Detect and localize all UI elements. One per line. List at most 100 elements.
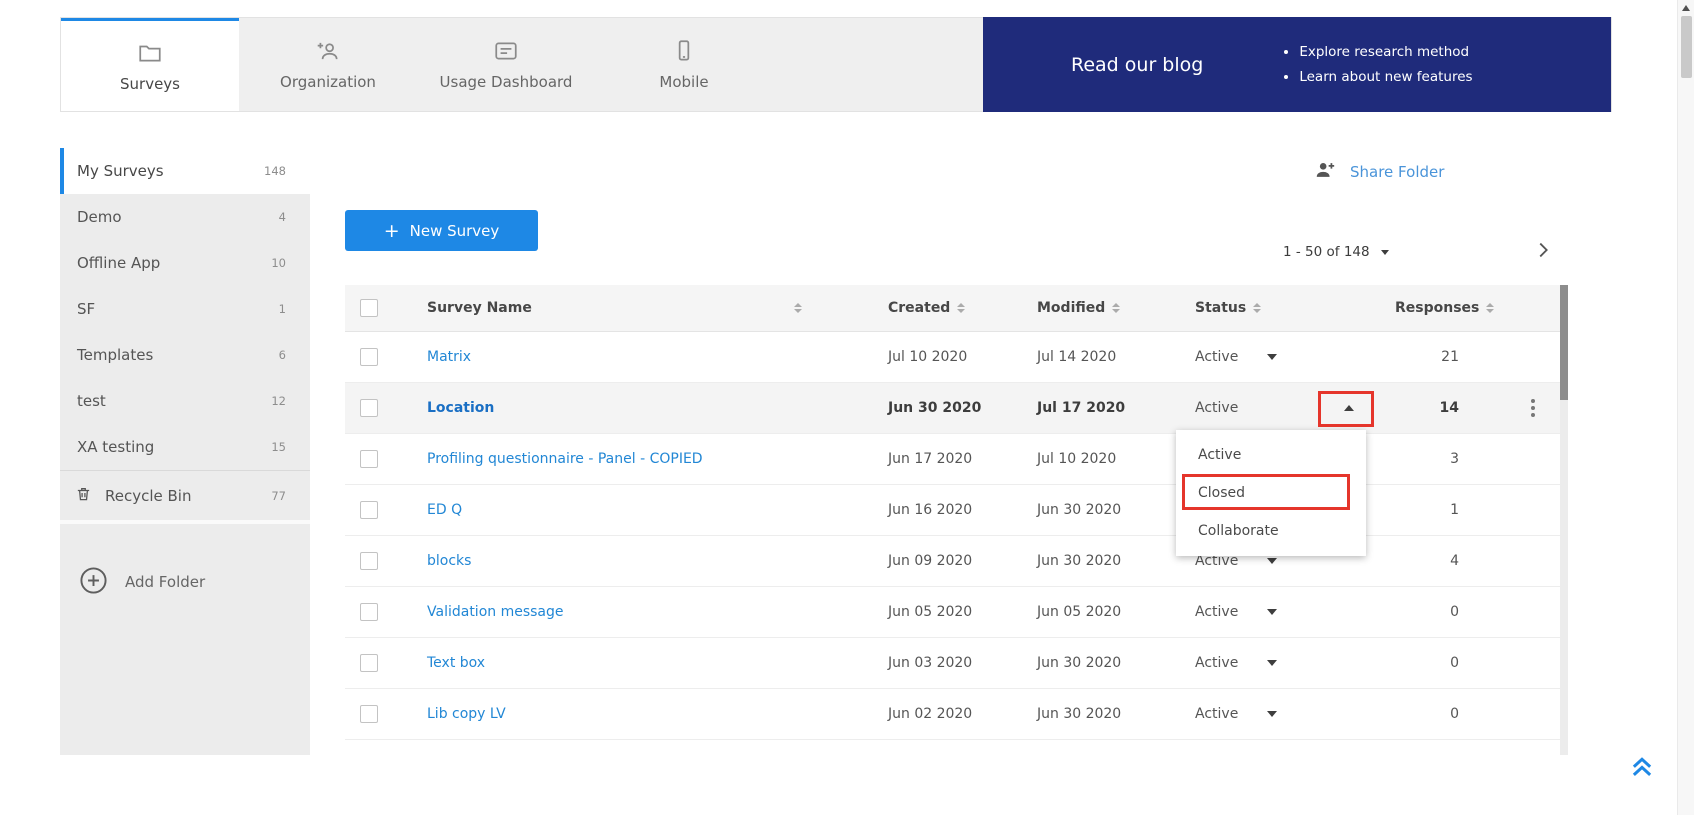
folder-count: 15 — [271, 440, 286, 454]
folder-count: 77 — [271, 489, 286, 503]
row-checkbox[interactable] — [360, 603, 378, 621]
created-date: Jun 02 2020 — [860, 689, 1010, 739]
tab-organization[interactable]: Organization — [239, 18, 417, 111]
tab-label: Organization — [280, 73, 376, 91]
table-row: Lib copy LV Jun 02 2020 Jun 30 2020 Acti… — [345, 689, 1568, 740]
sidebar-item-templates[interactable]: Templates 6 — [60, 332, 310, 378]
sidebar-item-test[interactable]: test 12 — [60, 378, 310, 424]
survey-name-link[interactable]: Location — [427, 400, 494, 416]
folder-label: Templates — [77, 346, 153, 364]
row-checkbox[interactable] — [360, 705, 378, 723]
share-folder-button[interactable]: Share Folder — [1313, 159, 1444, 185]
column-header-responses[interactable]: Responses — [1365, 285, 1475, 331]
sidebar-item-recycle-bin[interactable]: Recycle Bin 77 — [60, 470, 310, 520]
pagination-range-selector[interactable]: 1 - 50 of 148 — [1283, 244, 1389, 260]
status-dropdown-toggle[interactable] — [1267, 609, 1277, 615]
column-header-survey-name[interactable]: Survey Name — [400, 285, 860, 331]
survey-name-link[interactable]: blocks — [427, 553, 471, 569]
responses-count: 14 — [1365, 383, 1475, 433]
status-dropdown-menu: Active Closed Collaborate — [1176, 430, 1366, 556]
back-to-top-button[interactable] — [1626, 753, 1658, 787]
sidebar-item-sf[interactable]: SF 1 — [60, 286, 310, 332]
responses-count: 4 — [1365, 536, 1475, 586]
column-header-status[interactable]: Status — [1165, 285, 1365, 331]
table-scrollbar — [1560, 285, 1568, 755]
scroll-up-arrow-icon[interactable] — [1682, 5, 1690, 11]
page-scrollbar-thumb[interactable] — [1681, 16, 1692, 78]
modified-date: Jun 30 2020 — [1010, 689, 1165, 739]
folder-icon — [137, 40, 163, 66]
table-scrollbar-thumb[interactable] — [1560, 285, 1568, 400]
status-dropdown-toggle[interactable] — [1344, 405, 1354, 411]
tab-label: Surveys — [120, 75, 180, 93]
sidebar-item-offline-app[interactable]: Offline App 10 — [60, 240, 310, 286]
tab-surveys[interactable]: Surveys — [61, 18, 239, 111]
add-folder-label: Add Folder — [125, 573, 205, 591]
created-date: Jun 03 2020 — [860, 638, 1010, 688]
folder-count: 148 — [264, 164, 286, 178]
column-header-modified[interactable]: Modified — [1010, 285, 1165, 331]
tab-mobile[interactable]: Mobile — [595, 18, 773, 111]
survey-name-link[interactable]: Matrix — [427, 349, 471, 365]
folder-label: SF — [77, 300, 95, 318]
recycle-bin-label: Recycle Bin — [105, 487, 191, 505]
survey-name-link[interactable]: ED Q — [427, 502, 462, 518]
survey-name-link[interactable]: Validation message — [427, 604, 564, 620]
sidebar-item-my-surveys[interactable]: My Surveys 148 — [60, 148, 310, 194]
dashboard-icon — [493, 38, 519, 64]
row-checkbox[interactable] — [360, 552, 378, 570]
column-label: Responses — [1395, 300, 1479, 316]
survey-name-link[interactable]: Profiling questionnaire - Panel - COPIED — [427, 451, 703, 467]
share-folder-label: Share Folder — [1350, 163, 1444, 181]
sidebar-item-demo[interactable]: Demo 4 — [60, 194, 310, 240]
row-checkbox[interactable] — [360, 450, 378, 468]
sort-icon[interactable] — [1112, 303, 1120, 313]
status-option-closed[interactable]: Closed — [1176, 474, 1366, 512]
status-dropdown-toggle[interactable] — [1267, 660, 1277, 666]
trash-icon — [75, 485, 92, 507]
top-navigation: Surveys Organization Usage Dashboard — [60, 17, 1612, 112]
read-our-blog-link[interactable]: Read our blog — [1071, 54, 1203, 76]
created-date: Jun 17 2020 — [860, 434, 1010, 484]
folder-label: XA testing — [77, 438, 154, 456]
status-value: Active — [1195, 655, 1238, 671]
survey-name-link[interactable]: Lib copy LV — [427, 706, 506, 722]
status-value: Active — [1195, 400, 1238, 416]
table-row: blocks Jun 09 2020 Jun 30 2020 Active 4 — [345, 536, 1568, 587]
sort-icon[interactable] — [957, 303, 965, 313]
table-row: Profiling questionnaire - Panel - COPIED… — [345, 434, 1568, 485]
row-menu-kebab[interactable] — [1527, 395, 1539, 421]
table-row: ED Q Jun 16 2020 Jun 30 2020 1 — [345, 485, 1568, 536]
folder-label: My Surveys — [77, 162, 164, 180]
folders-sidebar: My Surveys 148 Demo 4 Offline App 10 SF … — [60, 148, 310, 755]
blog-banner: Read our blog Explore research method Le… — [983, 17, 1611, 112]
folder-label: test — [77, 392, 106, 410]
row-checkbox[interactable] — [360, 348, 378, 366]
new-survey-label: New Survey — [410, 222, 500, 240]
new-survey-button[interactable]: + New Survey — [345, 210, 538, 251]
next-page-button[interactable] — [1532, 239, 1554, 265]
responses-count: 21 — [1365, 332, 1475, 382]
column-label: Status — [1195, 300, 1246, 316]
sort-icon[interactable] — [1253, 303, 1261, 313]
status-value: Active — [1195, 349, 1238, 365]
survey-name-link[interactable]: Text box — [427, 655, 485, 671]
status-dropdown-toggle[interactable] — [1267, 354, 1277, 360]
status-option-collaborate[interactable]: Collaborate — [1176, 512, 1366, 550]
sort-icon[interactable] — [794, 303, 802, 313]
add-folder-button[interactable]: Add Folder — [60, 520, 310, 640]
row-checkbox[interactable] — [360, 654, 378, 672]
tab-usage-dashboard[interactable]: Usage Dashboard — [417, 18, 595, 111]
page-scrollbar — [1677, 0, 1694, 815]
status-dropdown-toggle[interactable] — [1267, 711, 1277, 717]
folder-count: 1 — [279, 302, 286, 316]
row-checkbox[interactable] — [360, 501, 378, 519]
table-row: Location Jun 30 2020 Jul 17 2020 Active … — [345, 383, 1568, 434]
row-checkbox[interactable] — [360, 399, 378, 417]
column-header-created[interactable]: Created — [860, 285, 1010, 331]
status-dropdown-toggle[interactable] — [1267, 558, 1277, 564]
sidebar-item-xa-testing[interactable]: XA testing 15 — [60, 424, 310, 470]
status-option-active[interactable]: Active — [1176, 436, 1366, 474]
modified-date: Jun 30 2020 — [1010, 638, 1165, 688]
select-all-checkbox[interactable] — [360, 299, 378, 317]
